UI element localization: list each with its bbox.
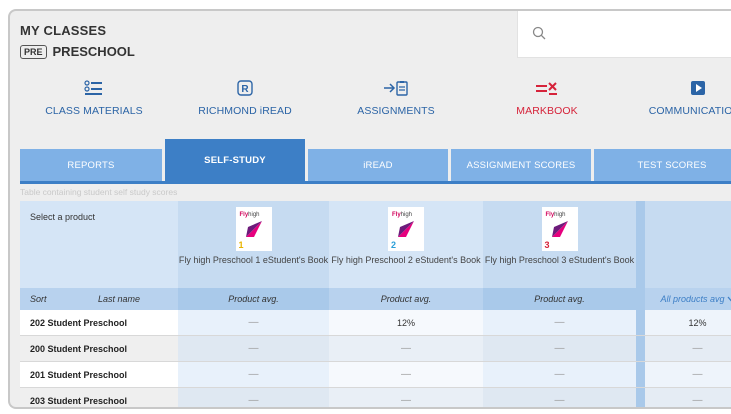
play-icon: [623, 77, 731, 99]
sort-header[interactable]: Sort Last name: [20, 288, 178, 310]
last-name-label: Last name: [97, 294, 140, 304]
paper-plane-icon: [398, 221, 414, 237]
richmond-r-icon: R: [170, 77, 320, 99]
product-avg-header: Product avg.: [178, 288, 329, 310]
student-name: 200 Student Preschool: [30, 343, 128, 354]
tab-self-study[interactable]: SELF-STUDY: [165, 139, 305, 181]
level-badge: PRE: [20, 44, 47, 59]
class-header: MY CLASSES PRE PRESCHOOL: [20, 23, 135, 59]
markbook-icon: [472, 77, 622, 99]
search-box[interactable]: [517, 11, 731, 58]
nav-markbook[interactable]: MARKBOOK: [472, 77, 622, 117]
column-separator: [636, 388, 645, 407]
student-name: 202 Student Preschool: [30, 317, 128, 328]
column-header-row: Sort Last name Product avg. Product avg.…: [20, 288, 731, 310]
score-cell: —: [329, 362, 483, 387]
tab-iread[interactable]: iREAD: [308, 149, 448, 181]
tab-underline: [20, 181, 731, 184]
book-cover: Flyhigh 1: [235, 207, 272, 251]
main-nav: CLASS MATERIALS R RICHMOND iREAD ASSIGNM…: [10, 77, 731, 123]
sort-label: Sort: [30, 294, 47, 304]
level-name: PRESCHOOL: [52, 44, 135, 59]
search-input[interactable]: [556, 23, 731, 47]
page-title: MY CLASSES: [20, 23, 107, 38]
product-name: Fly high Preschool 1 eStudent's Book: [178, 255, 329, 265]
product-avg-header: Product avg.: [380, 294, 432, 304]
all-avg-cell: —: [645, 362, 731, 387]
tab-reports[interactable]: REPORTS: [20, 149, 162, 181]
score-cell: —: [329, 388, 483, 407]
tab-test-scores[interactable]: TEST SCORES: [594, 149, 731, 181]
score-cell: —: [178, 336, 329, 361]
score-cell: —: [483, 336, 636, 361]
product-name: Fly high Preschool 3 eStudent's Book: [484, 255, 635, 265]
table-row[interactable]: 201 Student Preschool — — — —: [20, 362, 731, 388]
score-cell: —: [483, 388, 636, 407]
score-cell: 12%: [329, 310, 483, 335]
paper-plane-icon: [551, 221, 568, 237]
column-separator: [636, 310, 645, 335]
nav-label: MARKBOOK: [516, 105, 578, 117]
nav-label: ASSIGNMENTS: [357, 105, 435, 117]
score-cell: —: [178, 388, 329, 407]
svg-text:R: R: [241, 84, 249, 95]
nav-communications[interactable]: COMMUNICATIONS: [623, 77, 731, 117]
table-caption: Table containing student self study scor…: [20, 187, 178, 197]
product-column-3[interactable]: Flyhigh 3 Fly high Preschool 3 eStudent'…: [483, 201, 636, 288]
assignment-arrow-icon: [321, 77, 471, 99]
nav-assignments[interactable]: ASSIGNMENTS: [321, 77, 471, 117]
table-row[interactable]: 200 Student Preschool — — — —: [20, 336, 731, 362]
book-cover: Flyhigh 3: [541, 207, 578, 251]
score-cell: —: [483, 310, 636, 335]
tab-assignment-scores[interactable]: ASSIGNMENT SCORES: [451, 149, 591, 181]
nav-label: RICHMOND iREAD: [198, 105, 292, 117]
product-name: Fly high Preschool 2 eStudent's Book: [331, 255, 481, 265]
table-row[interactable]: 203 Student Preschool — — — —: [20, 388, 731, 407]
book-cover: Flyhigh 2: [388, 207, 424, 251]
all-avg-cell: 12%: [645, 310, 731, 335]
nav-label: COMMUNICATIONS: [648, 105, 731, 117]
product-row: Select a product Flyhigh 1 Fly high Pres…: [20, 201, 731, 288]
nav-label: CLASS MATERIALS: [45, 105, 143, 117]
self-study-table: Select a product Flyhigh 1 Fly high Pres…: [20, 201, 731, 407]
list-icon: [19, 77, 169, 99]
select-product-label[interactable]: Select a product: [20, 201, 178, 288]
student-name: 203 Student Preschool: [30, 395, 128, 406]
app-frame: MY CLASSES PRE PRESCHOOL CLASS MATERIALS…: [8, 9, 731, 409]
score-cell: —: [329, 336, 483, 361]
column-separator: [636, 336, 645, 361]
score-cell: —: [483, 362, 636, 387]
student-name: 201 Student Preschool: [30, 369, 128, 380]
search-icon: [532, 26, 546, 45]
paper-plane-icon: [245, 221, 262, 237]
product-avg-header: Product avg.: [483, 288, 636, 310]
product-column-1[interactable]: Flyhigh 1 Fly high Preschool 1 eStudent'…: [178, 201, 329, 288]
column-separator: [636, 288, 645, 310]
level-row: PRE PRESCHOOL: [20, 44, 135, 59]
table-row[interactable]: 202 Student Preschool — 12% — 12%: [20, 310, 731, 336]
product-column-2[interactable]: Flyhigh 2 Fly high Preschool 2 eStudent'…: [329, 201, 483, 288]
nav-richmond-iread[interactable]: R RICHMOND iREAD: [170, 77, 320, 117]
all-avg-cell: —: [645, 388, 731, 407]
all-products-avg-dropdown[interactable]: All products avg: [645, 288, 731, 310]
all-avg-cell: —: [645, 336, 731, 361]
nav-class-materials[interactable]: CLASS MATERIALS: [19, 77, 169, 117]
markbook-tabs: REPORTS SELF-STUDY iREAD ASSIGNMENT SCOR…: [20, 139, 731, 181]
column-separator: [636, 201, 645, 288]
column-separator: [636, 362, 645, 387]
all-products-column: [645, 201, 731, 288]
chevron-down-icon: [727, 296, 731, 302]
score-cell: —: [178, 310, 329, 335]
score-cell: —: [178, 362, 329, 387]
